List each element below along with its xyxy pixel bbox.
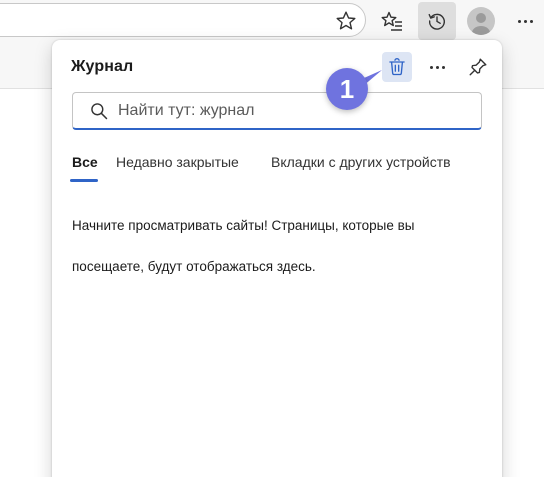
empty-history-message-line2: посещаете, будут отображаться здесь. [72,259,316,274]
history-button[interactable] [418,2,456,40]
profile-button[interactable] [462,2,500,40]
trash-icon [389,58,405,76]
pin-icon [469,58,487,76]
browser-more-button[interactable] [506,2,544,40]
selected-tab-indicator [70,179,98,182]
history-panel: Журнал Найти тут: журнал Все Недавно зак… [52,40,502,477]
history-search-box[interactable] [72,92,482,130]
tab-recently-closed[interactable]: Недавно закрытые [116,154,239,170]
search-icon [91,103,108,120]
favorites-icon [381,11,402,31]
avatar [467,7,495,35]
more-horizontal-icon [429,65,445,69]
browser-toolbar [0,0,544,42]
favorites-button[interactable] [373,2,411,40]
history-search-input[interactable] [118,99,468,123]
pin-history-button[interactable] [463,52,493,82]
step-callout-badge: 1 [326,68,368,110]
address-bar[interactable] [0,3,366,37]
tab-all[interactable]: Все [72,154,98,170]
panel-title: Журнал [71,58,134,75]
history-more-options-button[interactable] [422,52,452,82]
more-horizontal-icon [517,19,533,23]
tab-other-devices[interactable]: Вкладки с других устройств [271,154,451,170]
browser-window: Журнал Найти тут: журнал Все Недавно зак… [0,0,544,477]
person-icon [472,13,490,35]
delete-history-button[interactable] [382,52,412,82]
star-outline-icon[interactable] [334,9,358,33]
empty-history-message-line1: Начните просматривать сайты! Страницы, к… [72,218,415,233]
history-icon [428,13,445,30]
